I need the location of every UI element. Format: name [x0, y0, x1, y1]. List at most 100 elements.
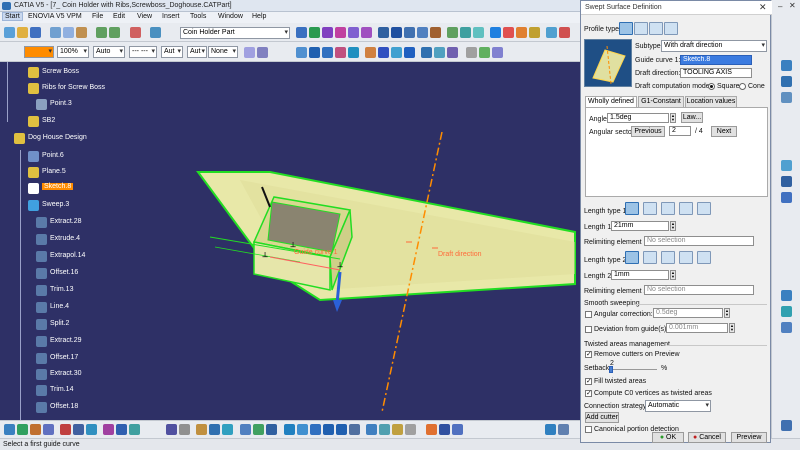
normal-view-icon[interactable] [349, 424, 360, 435]
ok-button[interactable]: ● OK [652, 432, 684, 443]
bottom-tool-icon[interactable] [222, 424, 233, 435]
bottom-tool-icon[interactable] [4, 424, 15, 435]
formula-icon[interactable] [492, 47, 503, 58]
helix-tool-icon[interactable] [391, 47, 402, 58]
point-tool-icon[interactable] [296, 47, 307, 58]
right-tool-icon[interactable] [781, 290, 792, 301]
bottom-tool-icon[interactable] [439, 424, 450, 435]
subtype-combo[interactable]: With draft direction [661, 40, 767, 52]
mode-square-radio[interactable] [708, 83, 715, 90]
rendering-combo[interactable]: Aut [187, 46, 207, 58]
boundary-icon[interactable] [434, 47, 445, 58]
circle-tool-icon[interactable] [365, 47, 376, 58]
rotate-tool-icon[interactable] [460, 27, 471, 38]
preview-button[interactable]: Preview [731, 432, 767, 443]
add-cutter-button[interactable]: Add cutter [585, 412, 619, 423]
draft-analysis-icon[interactable] [490, 27, 501, 38]
bottom-tool-icon[interactable] [209, 424, 220, 435]
extrude-tool-icon[interactable] [309, 27, 320, 38]
length2-type-c-icon[interactable] [661, 251, 675, 264]
angle-spinner[interactable]: ▲ ▼ [670, 113, 676, 123]
menu-insert[interactable]: Insert [162, 13, 180, 20]
shading-icon[interactable] [379, 424, 390, 435]
offset-tool-icon[interactable] [322, 27, 333, 38]
menu-tools[interactable]: Tools [190, 13, 206, 20]
bottom-tool-icon[interactable] [30, 424, 41, 435]
rotate-view-icon[interactable] [310, 424, 321, 435]
law-button[interactable]: Law... [681, 112, 703, 123]
pan-icon[interactable] [297, 424, 308, 435]
bottom-tool-icon[interactable] [73, 424, 84, 435]
bottom-tool-icon[interactable] [558, 424, 569, 435]
length1-type-b-icon[interactable] [643, 202, 657, 215]
setback-slider-thumb[interactable] [609, 366, 613, 373]
right-tool-icon[interactable] [781, 76, 792, 87]
profile-line-icon[interactable] [634, 22, 648, 35]
draft-direction-field[interactable]: TOOLING AXIS [680, 68, 752, 78]
length2-type-a-icon[interactable] [625, 251, 639, 264]
formula-f-icon[interactable] [166, 424, 177, 435]
parallel-curve-icon[interactable] [421, 47, 432, 58]
right-tool-icon[interactable] [781, 176, 792, 187]
bottom-tool-icon[interactable] [545, 424, 556, 435]
paste-icon[interactable] [76, 27, 87, 38]
menu-view[interactable]: View [137, 13, 152, 20]
menu-start[interactable]: Start [2, 12, 23, 21]
right-tool-icon[interactable] [781, 420, 792, 431]
menu-edit[interactable]: Edit [113, 13, 125, 20]
blend-tool-icon[interactable] [348, 27, 359, 38]
right-tool-icon[interactable] [781, 306, 792, 317]
angular-correction-checkbox[interactable] [585, 311, 592, 318]
fillet-tool-icon[interactable] [430, 27, 441, 38]
previous-button[interactable]: Previous [631, 126, 665, 137]
length2-type-b-icon[interactable] [643, 251, 657, 264]
close-icon[interactable]: ✕ [789, 1, 796, 10]
bottom-tool-icon[interactable] [196, 424, 207, 435]
bottom-tool-icon[interactable] [426, 424, 437, 435]
deviation-checkbox[interactable] [585, 326, 592, 333]
line-weight-combo[interactable]: Auto [93, 46, 125, 58]
point-type-combo[interactable]: Aut [161, 46, 183, 58]
connect-curve-icon[interactable] [447, 47, 458, 58]
knowledge-icon[interactable] [479, 47, 490, 58]
hide-show-icon[interactable] [559, 27, 570, 38]
extract-tool-icon[interactable] [417, 27, 428, 38]
iso-view-icon[interactable] [366, 424, 377, 435]
fill-tool-icon[interactable] [335, 27, 346, 38]
right-tool-icon[interactable] [781, 92, 792, 103]
axis-system-icon[interactable] [546, 27, 557, 38]
canonical-checkbox[interactable] [585, 426, 592, 433]
length1-type-d-icon[interactable] [679, 202, 693, 215]
polyline-tool-icon[interactable] [404, 47, 415, 58]
right-tool-icon[interactable] [781, 60, 792, 71]
right-tool-icon[interactable] [781, 160, 792, 171]
symmetry-tool-icon[interactable] [473, 27, 484, 38]
sector-field[interactable]: 2 [669, 126, 691, 136]
sweep-tool-icon[interactable] [296, 27, 307, 38]
bottom-tool-icon[interactable] [60, 424, 71, 435]
bottom-tool-icon[interactable] [240, 424, 251, 435]
right-tool-icon[interactable] [781, 322, 792, 333]
bottom-tool-icon[interactable] [253, 424, 264, 435]
multisection-tool-icon[interactable] [361, 27, 372, 38]
whats-this-icon[interactable] [130, 27, 141, 38]
deviation-field[interactable]: 0.001mm [666, 323, 728, 333]
layer-combo[interactable]: None [208, 46, 238, 58]
length1-type-e-icon[interactable] [697, 202, 711, 215]
bottom-tool-icon[interactable] [179, 424, 190, 435]
angular-correction-field[interactable]: 0.5deg [653, 308, 723, 318]
split-tool-icon[interactable] [391, 27, 402, 38]
trim-tool-icon[interactable] [404, 27, 415, 38]
hide-icon[interactable] [392, 424, 403, 435]
length-2-field[interactable]: 1mm [611, 270, 669, 280]
cancel-button[interactable]: ● Cancel [688, 432, 726, 443]
measure-icon[interactable] [466, 47, 477, 58]
sketcher-icon[interactable] [150, 27, 161, 38]
relimiting-1-field[interactable]: No selection [644, 236, 754, 246]
connection-strategy-combo[interactable]: Automatic [645, 400, 711, 412]
porcupine-icon[interactable] [529, 27, 540, 38]
projection-tool-icon[interactable] [335, 47, 346, 58]
length1-type-a-icon[interactable] [625, 202, 639, 215]
bottom-tool-icon[interactable] [452, 424, 463, 435]
angular-correction-spinner[interactable]: ▲ ▼ [724, 308, 730, 318]
